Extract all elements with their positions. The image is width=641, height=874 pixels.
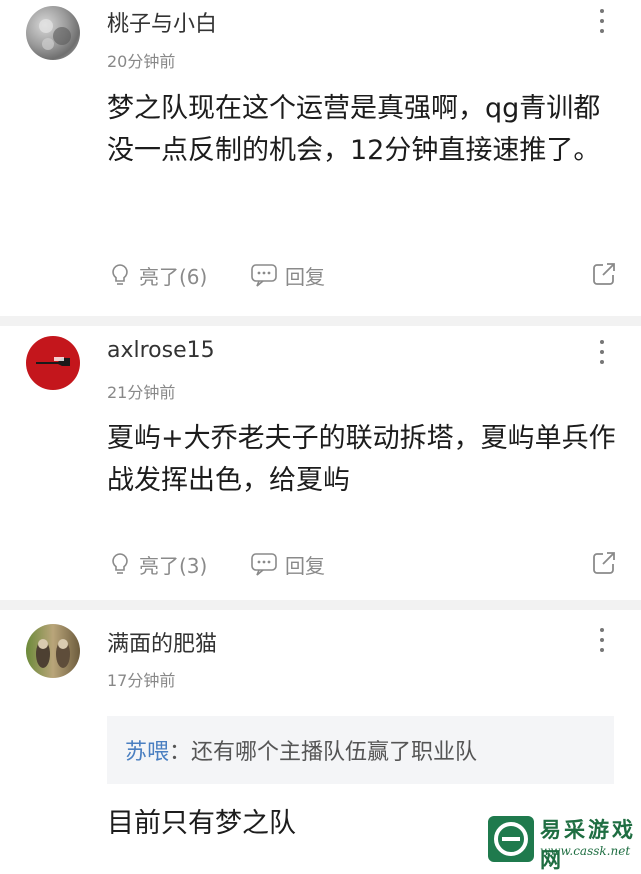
site-watermark: 易采游戏网 www.cassk.net	[488, 812, 641, 872]
site-logo-icon	[488, 816, 534, 862]
comment-item: 桃子与小白 20分钟前 梦之队现在这个运营是真强啊，qg青训都没一点反制的机会，…	[0, 0, 641, 310]
lightbulb-icon	[112, 264, 128, 285]
reply-label: 回复	[285, 264, 325, 289]
comment-time: 21分钟前	[107, 383, 176, 402]
lightbulb-icon	[112, 553, 128, 574]
more-vertical-icon[interactable]	[592, 340, 612, 364]
quote-separator: ：	[169, 740, 192, 765]
avatar[interactable]	[26, 624, 80, 678]
share-icon[interactable]	[591, 261, 617, 291]
reply-button[interactable]: 回复	[249, 547, 325, 581]
like-label: 亮了(3)	[139, 553, 208, 578]
comment-text: 梦之队现在这个运营是真强啊，qg青训都没一点反制的机会，12分钟直接速推了。	[107, 93, 601, 166]
like-button[interactable]: 亮了(3)	[107, 547, 207, 581]
like-label: 亮了(6)	[139, 264, 208, 289]
chat-bubble-icon	[251, 264, 277, 287]
comment-time: 20分钟前	[107, 52, 176, 71]
like-button[interactable]: 亮了(6)	[107, 258, 207, 292]
avatar-image-icon	[36, 357, 70, 366]
more-vertical-icon[interactable]	[592, 628, 612, 652]
comment-text: 夏屿+大乔老夫子的联动拆塔，夏屿单兵作战发挥出色，给夏屿	[107, 423, 616, 496]
comment-actions: 亮了(3) 回复	[107, 547, 617, 581]
reply-button[interactable]: 回复	[249, 258, 325, 292]
divider	[0, 600, 641, 610]
avatar[interactable]	[26, 336, 80, 390]
comment-time: 17分钟前	[107, 671, 176, 690]
chat-bubble-icon	[251, 553, 277, 576]
comment-actions: 亮了(6) 回复	[107, 258, 617, 292]
divider	[0, 316, 641, 326]
avatar-image-icon	[36, 639, 70, 668]
username[interactable]: 桃子与小白	[107, 6, 217, 38]
quoted-text: 还有哪个主播队伍赢了职业队	[191, 740, 478, 765]
username[interactable]: 满面的肥猫	[107, 626, 217, 658]
watermark-url: www.cassk.net	[540, 844, 631, 858]
avatar-image-icon	[39, 19, 71, 50]
avatar[interactable]	[26, 6, 80, 60]
share-icon[interactable]	[591, 550, 617, 580]
more-vertical-icon[interactable]	[592, 9, 612, 33]
reply-label: 回复	[285, 553, 325, 578]
quoted-username[interactable]: 苏喂	[125, 734, 169, 766]
username[interactable]: axlrose15	[107, 338, 215, 363]
quoted-reply[interactable]: 苏喂 ： 还有哪个主播队伍赢了职业队	[107, 716, 614, 784]
comment-item: axlrose15 21分钟前 夏屿+大乔老夫子的联动拆塔，夏屿单兵作战发挥出色…	[0, 326, 641, 596]
